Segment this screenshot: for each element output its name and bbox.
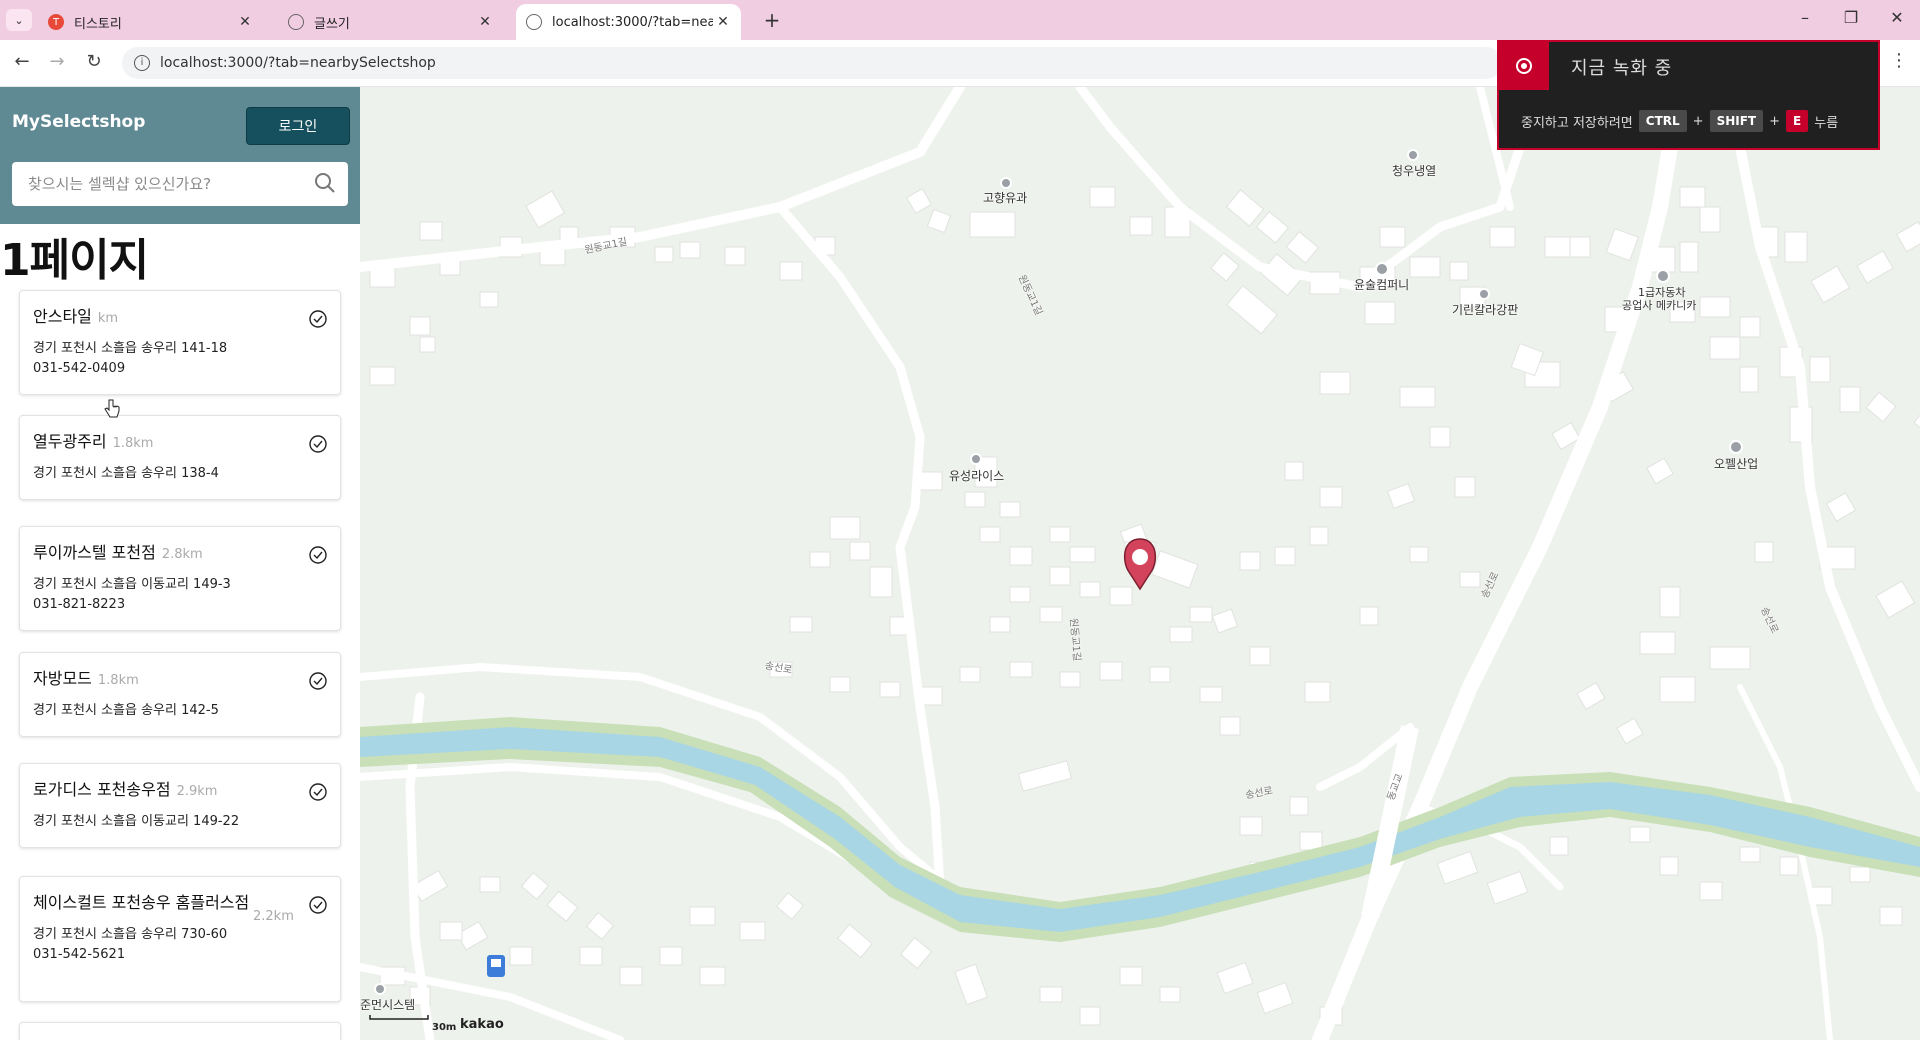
map-place-label[interactable]: 기린칼라강판 <box>1452 301 1518 318</box>
shop-name: 체이스컬트 포천송우 홈플러스점 <box>33 893 250 912</box>
map-view[interactable]: 고향유과 청우냉열 윤술컴퍼니 기린칼라강판 1급자동차 공업사 메카니카 유성… <box>360 87 1920 1040</box>
hand-cursor-icon <box>104 399 120 418</box>
favorite-check-icon[interactable] <box>308 782 328 802</box>
hint-suffix: 누름 <box>1814 115 1839 131</box>
url-bar[interactable]: i localhost:3000/?tab=nearbySelectshop <box>122 47 1502 79</box>
shop-name: 안스타일 <box>33 307 92 326</box>
favorite-check-icon[interactable] <box>308 434 328 454</box>
search-icon[interactable] <box>314 172 336 194</box>
favorite-check-icon[interactable] <box>308 545 328 565</box>
map-place-label[interactable]: 오펠산업 <box>1714 455 1758 472</box>
browser-menu-icon[interactable]: ⋮ <box>1890 50 1908 71</box>
map-place-label[interactable]: 유성라이스 <box>949 467 1004 484</box>
search-box <box>12 162 348 206</box>
browser-tab-strip: ⌄ T 티스토리 ✕ 글쓰기 ✕ localhost:3000/?tab=nea… <box>0 0 1920 40</box>
close-tab-icon[interactable]: ✕ <box>713 14 733 30</box>
shop-address: 경기 포천시 소흘읍 이동교리 149-3 <box>33 577 231 592</box>
shop-address: 경기 포천시 소흘읍 송우리 142-5 <box>33 703 219 718</box>
hint-prefix: 중지하고 저장하려면 <box>1521 115 1633 131</box>
tab-title: 티스토리 <box>74 16 122 32</box>
map-scale-label: 30m <box>432 1022 457 1033</box>
shop-name: 루이까스텔 포천점 <box>33 543 156 562</box>
favorite-check-icon[interactable] <box>308 309 328 329</box>
tab-write[interactable]: 글쓰기 ✕ <box>278 4 503 40</box>
shop-distance: 2.2km <box>253 909 294 924</box>
shop-card[interactable]: 체이스컬트 포천송우 홈플러스점 2.2km 경기 포천시 소흘읍 송우리 73… <box>19 876 341 1002</box>
map-place-label[interactable]: 공업사 메카니카 <box>1622 297 1696 313</box>
map-place-label[interactable]: 고향유과 <box>983 189 1027 206</box>
globe-favicon-icon <box>288 14 304 30</box>
site-info-icon[interactable]: i <box>134 55 150 71</box>
shop-distance: 1.8km <box>97 673 139 688</box>
close-tab-icon[interactable]: ✕ <box>235 14 255 30</box>
shop-card[interactable]: 열두광주리 1.8km 경기 포천시 소흘읍 송우리 138-4 <box>19 415 341 500</box>
plus-sign: + <box>1692 113 1704 129</box>
shop-card[interactable]: 루이까스텔 포천점 2.8km 경기 포천시 소흘읍 이동교리 149-3 031… <box>19 526 341 631</box>
close-window-icon[interactable]: ✕ <box>1882 8 1912 27</box>
shop-phone: 031-542-5621 <box>33 947 126 962</box>
tab-tistory[interactable]: T 티스토리 ✕ <box>38 4 263 40</box>
shop-distance: km <box>97 311 119 326</box>
shop-distance: 2.8km <box>161 547 203 562</box>
sidebar-header: MySelectshop 로그인 <box>0 87 360 224</box>
favorite-check-icon[interactable] <box>308 895 328 915</box>
tab-search-chevron-icon[interactable]: ⌄ <box>6 9 32 31</box>
new-tab-plus-icon[interactable]: + <box>760 8 784 32</box>
map-place-label[interactable]: 청우냉열 <box>1392 162 1436 179</box>
login-button[interactable]: 로그인 <box>246 107 350 145</box>
shop-distance: 2.9km <box>176 784 218 799</box>
forward-arrow-icon[interactable]: → <box>45 51 69 72</box>
shop-phone: 031-821-8223 <box>33 597 126 612</box>
back-arrow-icon[interactable]: ← <box>10 51 34 72</box>
reload-icon[interactable]: ↻ <box>82 51 106 72</box>
shop-name: 로가디스 포천송우점 <box>33 780 171 799</box>
recording-title: 지금 녹화 중 <box>1571 58 1673 79</box>
key-e: E <box>1786 110 1809 132</box>
record-indicator-icon <box>1499 42 1549 90</box>
page-heading: 1페이지 <box>0 235 149 286</box>
plus-sign: + <box>1769 113 1781 129</box>
shop-card[interactable]: 안스타일 km 경기 포천시 소흘읍 송우리 141-18 031-542-040… <box>19 290 341 395</box>
map-place-label[interactable]: 윤술컴퍼니 <box>1354 276 1409 293</box>
url-text: localhost:3000/?tab=nearbySelectshop <box>160 55 436 71</box>
shop-card[interactable] <box>19 1022 341 1040</box>
shop-phone: 031-542-0409 <box>33 361 126 376</box>
tab-title: localhost:3000/?tab=nearbySel <box>552 14 713 30</box>
favorite-check-icon[interactable] <box>308 671 328 691</box>
minimize-icon[interactable]: – <box>1790 8 1820 27</box>
tab-localhost[interactable]: localhost:3000/?tab=nearbySel ✕ <box>516 4 741 40</box>
map-canvas <box>360 87 1920 1040</box>
shop-address: 경기 포천시 소흘읍 이동교리 149-22 <box>33 814 240 829</box>
shop-sidebar: MySelectshop 로그인 1페이지 안스타일 km 경기 포천시 소흘읍 … <box>0 87 360 1040</box>
key-shift: SHIFT <box>1709 110 1764 132</box>
location-marker-icon <box>1123 538 1157 591</box>
tistory-favicon-icon: T <box>48 14 64 30</box>
restore-icon[interactable]: ❐ <box>1836 8 1866 27</box>
kakao-logo: kakao <box>460 1017 504 1032</box>
map-place-label[interactable]: 준먼시스템 <box>360 996 415 1013</box>
recording-overlay: 지금 녹화 중 중지하고 저장하려면 CTRL + SHIFT + E 누름 <box>1497 40 1880 150</box>
search-input[interactable] <box>26 174 310 194</box>
shop-address: 경기 포천시 소흘읍 송우리 730-60 <box>33 927 228 942</box>
brand-logo[interactable]: MySelectshop <box>12 112 145 132</box>
shop-name: 열두광주리 <box>33 432 107 451</box>
shop-card[interactable]: 로가디스 포천송우점 2.9km 경기 포천시 소흘읍 이동교리 149-22 <box>19 763 341 848</box>
shop-address: 경기 포천시 소흘읍 송우리 141-18 <box>33 341 228 356</box>
recording-hint: 중지하고 저장하려면 CTRL + SHIFT + E 누름 <box>1521 110 1838 132</box>
shop-distance: 1.8km <box>112 436 154 451</box>
shop-name: 자방모드 <box>33 669 92 688</box>
shop-address: 경기 포천시 소흘읍 송우리 138-4 <box>33 466 219 481</box>
close-tab-icon[interactable]: ✕ <box>475 14 495 30</box>
shop-card[interactable]: 자방모드 1.8km 경기 포천시 소흘읍 송우리 142-5 <box>19 652 341 737</box>
globe-favicon-icon <box>526 14 542 30</box>
key-ctrl: CTRL <box>1638 110 1687 132</box>
tab-title: 글쓰기 <box>314 16 350 32</box>
